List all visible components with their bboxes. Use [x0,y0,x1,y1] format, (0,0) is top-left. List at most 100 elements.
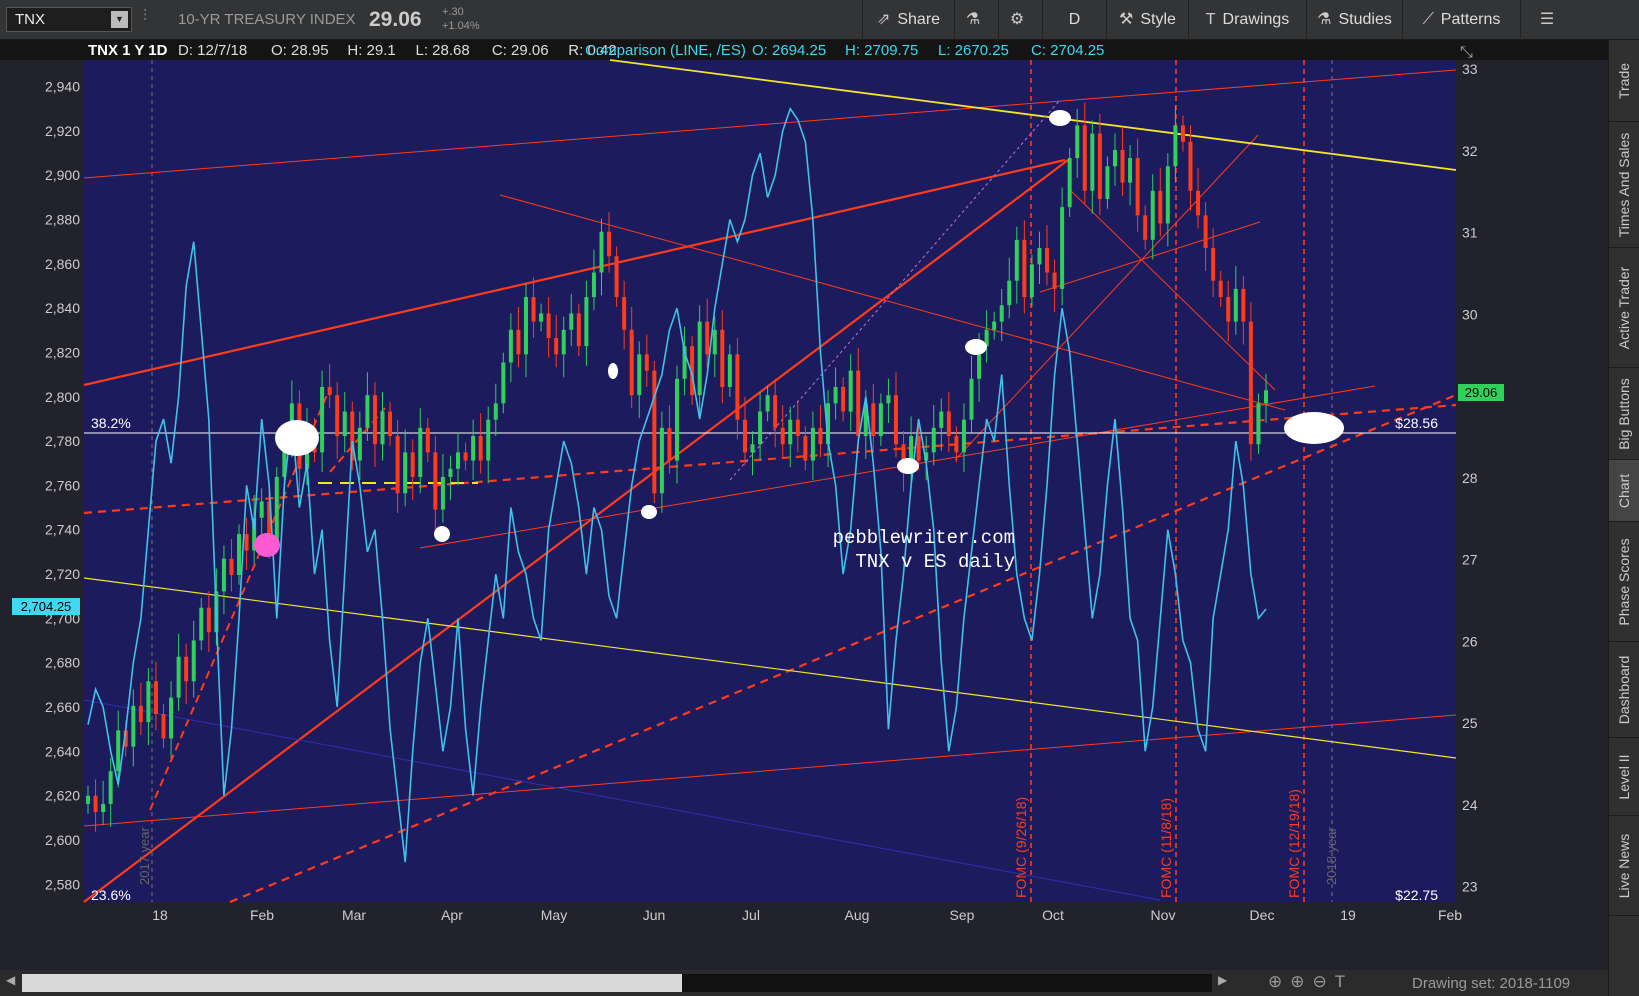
drawings-button[interactable]: T Drawings [1188,0,1306,40]
candle-body [727,354,732,387]
x-axis-tick: Dec [1250,907,1275,923]
candle-body [501,362,506,404]
candle-body [1075,125,1080,159]
patterns-icon: ⟋ [1422,11,1434,28]
comparison-field: L: 2670.25 [938,42,1009,59]
sidebar-tab-times-and-sales[interactable]: Times And Sales [1609,122,1639,248]
left-axis-tick: 2,780 [45,433,80,449]
fomc-label: FOMC (11/8/18) [1158,798,1174,898]
scroll-right-icon[interactable]: ▶ [1218,973,1227,987]
zoom-tools[interactable]: ⊕⊕⊖T [1268,972,1353,992]
candle-body [403,452,408,494]
sidebar-tab-level-ii[interactable]: Level II [1609,738,1639,816]
candle-body [342,411,347,437]
bottom-scrollbar[interactable]: ◀ ▶ ⊕⊕⊖T Drawing set: 2018-1109 [0,970,1608,996]
candle-body [848,370,853,412]
year-2018-label: 2018 year [1324,827,1339,885]
left-axis-tick: 2,600 [45,832,80,848]
link-icon[interactable]: ⫶ [143,8,147,26]
candle-body [1112,149,1117,167]
chart-area[interactable]: TNX 1 Y 1D D: 12/7/18 O: 28.95 H: 29.1 L: 28… [0,40,1608,970]
candle-body [365,395,370,428]
candle-body [878,403,883,437]
candle-body [599,231,604,273]
fib-382-label: 38.2% [91,415,131,431]
candle-body [259,501,264,518]
candle-body [1226,297,1231,322]
style-button[interactable]: ⚒ Style [1106,0,1188,40]
candle-body [433,452,438,510]
candle-body [546,313,551,338]
candle-body [471,436,476,461]
candle-body [818,427,823,445]
x-axis-tick: Sep [950,907,975,923]
candle-body [1241,288,1246,322]
right-axis-tick: 27 [1462,552,1478,568]
candle-body [357,427,362,461]
scroll-track[interactable] [22,974,1212,992]
candle-body [184,656,189,682]
candle-body [931,427,936,453]
candle-body [146,681,151,723]
scroll-thumb[interactable] [22,974,682,992]
sidebar-tab-big-buttons[interactable]: Big Buttons [1609,368,1639,460]
candle-body [176,656,181,698]
sidebar-tab-dashboard[interactable]: Dashboard [1609,642,1639,738]
sidebar-tab-label: Phase Scores [1616,537,1632,626]
candle-body [1264,390,1268,404]
highlight-ellipse [254,533,280,557]
sidebar-tab-active-trader[interactable]: Active Trader [1609,248,1639,368]
sidebar-tab-label: Active Trader [1616,266,1632,349]
candle-body [418,427,423,477]
chart-title: TNX 1 Y 1D [88,42,168,59]
candle-body [1135,158,1140,216]
patterns-button[interactable]: ⟋ Patterns [1402,0,1520,40]
studies-button[interactable]: ⚗ Studies [1306,0,1402,40]
tnx-current-label: 29.06 [1465,385,1498,400]
highlight-ellipse [608,363,618,379]
gear-button[interactable]: ⚙ [998,0,1042,40]
x-axis-tick: Jun [643,907,666,923]
candle-body [1158,190,1163,224]
top-toolbar: TNX ▼ ⫶ 10-YR TREASURY INDEX 29.06 +.30 … [0,0,1639,40]
sidebar-tab-phase-scores[interactable]: Phase Scores [1609,522,1639,642]
candle-body [1029,264,1034,298]
fomc-label: FOMC (9/26/18) [1013,797,1029,898]
candle-body [221,558,226,592]
candle-body [969,378,974,420]
scroll-left-icon[interactable]: ◀ [6,973,15,987]
highlight-ellipse [897,458,919,474]
sidebar-tab-live-news[interactable]: Live News [1609,816,1639,916]
chevron-down-icon[interactable]: ▼ [111,11,128,28]
candle-body [153,681,158,714]
candle-body [788,419,793,445]
sidebar-tab-trade[interactable]: Trade [1609,40,1639,122]
d-button[interactable]: D [1042,0,1106,40]
candle-body [1120,149,1125,183]
fib-236-label: 23.6% [91,887,131,903]
right-axis-tick: 33 [1462,61,1478,77]
price-chart[interactable]: TNX 1 Y 1D D: 12/7/18 O: 28.95 H: 29.1 L: 28… [0,40,1608,970]
left-axis-tick: 2,820 [45,344,80,360]
candle-body [758,411,763,445]
candle-body [425,427,430,453]
watermark-line2: TNX v ES daily [855,551,1015,573]
candle-body [705,321,710,355]
candle-body [1037,248,1042,265]
candle-body [1173,125,1178,167]
candle-body [1211,248,1216,281]
symbol-selector[interactable]: TNX ▼ [6,7,132,32]
candle-body [795,419,800,437]
sidebar-tab-chart[interactable]: Chart [1609,460,1639,522]
x-axis-tick: Nov [1151,907,1176,923]
candle-body [410,452,415,477]
candle-body [486,419,491,461]
candle-body [841,386,846,412]
flask-button[interactable]: ⚗ [954,0,998,40]
candle-body [622,297,627,330]
menu-icon: ☰ [1539,11,1555,28]
candle-body [629,329,634,396]
share-button[interactable]: ⇗ Share [862,0,954,40]
comparison-field: O: 2694.25 [752,42,826,59]
menu-button[interactable]: ☰ [1520,0,1580,40]
